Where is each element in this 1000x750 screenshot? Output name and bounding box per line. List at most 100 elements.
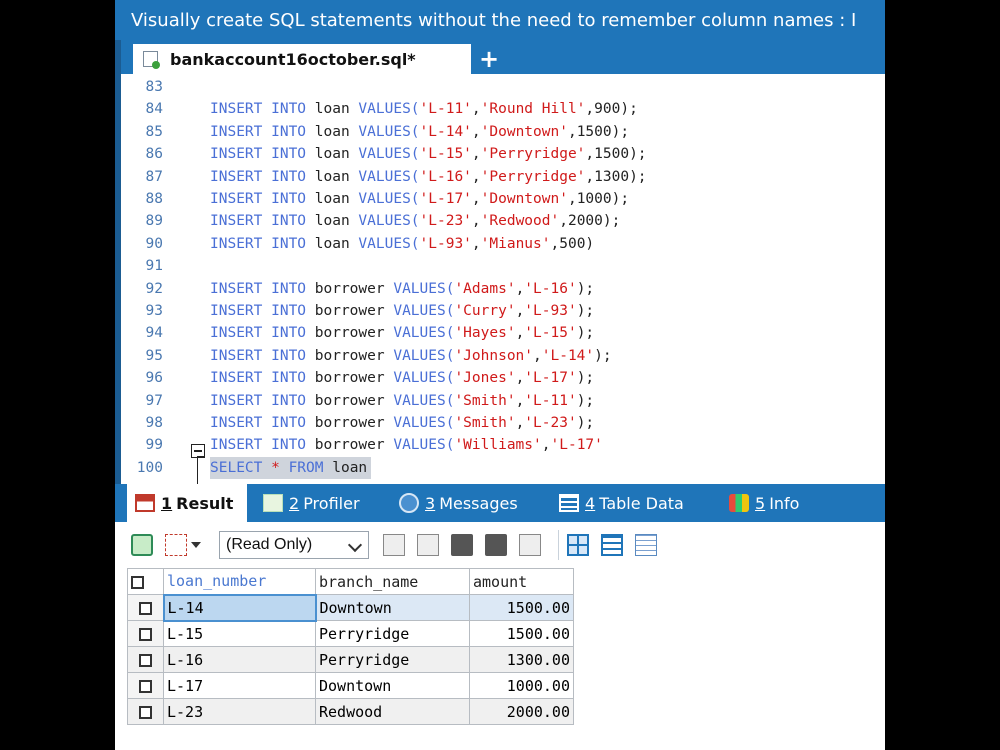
table-row[interactable]: L-23 Redwood 2000.00 [127, 698, 574, 725]
sql-token: INSERT INTO [210, 213, 315, 230]
add-tab-icon[interactable]: + [479, 46, 499, 72]
column-header-branch-name[interactable]: branch_name [315, 568, 470, 595]
cell-branch-name[interactable]: Perryridge [315, 646, 470, 673]
sql-statement: INSERT INTO loan VALUES('L-16','Perryrid… [210, 166, 647, 188]
code-line[interactable]: 92 INSERT INTO borrower VALUES('Adams','L… [121, 278, 885, 300]
code-line[interactable]: 91 [121, 255, 885, 277]
sql-token: borrower [314, 392, 394, 409]
sql-token: INSERT INTO [210, 347, 315, 364]
code-line[interactable]: 98 INSERT INTO borrower VALUES('Smith','L… [121, 412, 885, 434]
table-row[interactable]: L-14 Downtown 1500.00 [127, 593, 574, 622]
sql-token: INSERT INTO [210, 415, 315, 431]
cell-branch-name[interactable]: Downtown [315, 594, 470, 621]
tab-label: Result [176, 493, 234, 513]
tab-profiler[interactable]: 2 Profiler [255, 484, 383, 522]
sql-token: , [471, 146, 481, 163]
column-header-amount[interactable]: amount [469, 568, 574, 595]
table-row[interactable]: L-15 Perryridge 1500.00 [127, 620, 574, 647]
sql-statement: INSERT INTO loan VALUES('L-14','Downtown… [210, 121, 629, 143]
row-checkbox[interactable] [127, 646, 164, 673]
duplicate-row-icon[interactable] [417, 534, 439, 556]
cell-amount[interactable]: 1500.00 [469, 594, 574, 621]
sql-token: 'Mianus' [480, 235, 551, 252]
code-line[interactable]: 83 [121, 76, 885, 98]
code-line[interactable]: 94 INSERT INTO borrower VALUES('Hayes','L… [121, 322, 885, 344]
row-checkbox[interactable] [127, 594, 164, 621]
row-checkbox[interactable] [127, 672, 164, 699]
sql-token: loan [332, 459, 368, 476]
cell-branch-name[interactable]: Downtown [315, 672, 470, 699]
sql-token: VALUES( [358, 168, 420, 185]
info-circle-icon [399, 493, 419, 513]
sql-token: ); [576, 415, 595, 431]
cell-loan-number[interactable]: L-17 [163, 672, 316, 699]
code-line[interactable]: 96 INSERT INTO borrower VALUES('Jones','L… [121, 367, 885, 389]
sql-token: ); [576, 370, 595, 387]
sql-token: 'Round Hill' [480, 101, 586, 118]
discard-changes-icon[interactable] [519, 534, 541, 556]
form-view-icon[interactable] [601, 534, 623, 556]
row-checkbox[interactable] [127, 620, 164, 647]
code-line[interactable]: 87 INSERT INTO loan VALUES('L-16','Perryr… [121, 166, 885, 188]
refresh-icon[interactable] [131, 534, 153, 556]
add-row-icon[interactable] [383, 534, 405, 556]
code-line[interactable]: 86 INSERT INTO loan VALUES('L-15','Perryr… [121, 143, 885, 165]
code-line[interactable]: 93 INSERT INTO borrower VALUES('Curry','L… [121, 300, 885, 322]
export-icon[interactable] [165, 534, 187, 556]
cell-amount[interactable]: 1300.00 [469, 646, 574, 673]
sql-token: 'Hayes' [454, 325, 516, 342]
sql-token: 'Adams' [454, 280, 516, 297]
sql-token: INSERT INTO [210, 101, 315, 118]
file-tab-bankaccount[interactable]: bankaccount16october.sql* [133, 44, 471, 74]
grid-view-icon[interactable] [567, 534, 589, 556]
tab-table-data[interactable]: 4 Table Data [551, 484, 711, 522]
sql-statement: INSERT INTO loan VALUES('L-15','Perryrid… [210, 143, 647, 165]
sql-token: , [471, 191, 481, 207]
cell-loan-number[interactable]: L-15 [163, 620, 316, 647]
code-line[interactable]: 84 INSERT INTO loan VALUES('L-11','Round … [121, 98, 885, 120]
save-icon[interactable] [451, 534, 473, 556]
column-header-loan-number[interactable]: loan_number [163, 568, 316, 595]
tab-result[interactable]: 1 Result [127, 484, 247, 522]
tab-messages[interactable]: 3 Messages [391, 484, 543, 522]
cell-amount[interactable]: 1500.00 [469, 620, 574, 647]
tab-number: 1 [161, 493, 173, 513]
export-dropdown-icon[interactable] [191, 542, 201, 548]
sql-token: , [515, 280, 525, 297]
sql-token: 'L-11' [419, 101, 472, 118]
cell-amount[interactable]: 2000.00 [469, 698, 574, 725]
cell-loan-number[interactable]: L-16 [163, 646, 316, 673]
sql-token: VALUES( [358, 191, 420, 207]
cell-loan-number[interactable]: L-14 [162, 593, 317, 622]
line-number: 84 [145, 101, 163, 118]
sql-token: ); [576, 392, 595, 409]
code-line[interactable]: 90 INSERT INTO loan VALUES('L-93','Mianus… [121, 233, 885, 255]
text-view-icon[interactable] [635, 534, 657, 556]
sql-token: loan [314, 235, 359, 252]
code-line[interactable]: 89 INSERT INTO loan VALUES('L-23','Redwoo… [121, 210, 885, 232]
code-line[interactable]: 85 INSERT INTO loan VALUES('L-14','Downto… [121, 121, 885, 143]
info-blocks-icon [729, 494, 749, 512]
code-line[interactable]: 95 INSERT INTO borrower VALUES('Johnson',… [121, 345, 885, 367]
row-checkbox[interactable] [127, 698, 164, 725]
tab-info[interactable]: 5 Info [721, 484, 811, 522]
result-mode-select[interactable]: (Read Only) [219, 531, 369, 559]
delete-icon[interactable] [485, 534, 507, 556]
code-line[interactable]: 100 SELECT * FROM loan [121, 456, 885, 479]
table-row[interactable]: L-16 Perryridge 1300.00 [127, 646, 574, 673]
line-number: 88 [145, 191, 163, 207]
cell-branch-name[interactable]: Perryridge [315, 620, 470, 647]
sql-token: loan [314, 191, 359, 207]
code-line[interactable]: 99 INSERT INTO borrower VALUES('Williams'… [121, 434, 885, 456]
code-editor[interactable]: 83 84 INSERT INTO loan VALUES( 'L-11', 'Roun… [115, 74, 885, 484]
cell-amount[interactable]: 1000.00 [469, 672, 574, 699]
code-line[interactable]: 97 INSERT INTO borrower VALUES('Smith','L… [121, 390, 885, 412]
sql-token: 'L-17' [550, 437, 603, 454]
table-row[interactable]: L-17 Downtown 1000.00 [127, 672, 574, 699]
code-line[interactable]: 88 INSERT INTO loan VALUES('L-17','Downto… [121, 188, 885, 210]
sql-token: SELECT [210, 459, 272, 476]
cell-branch-name[interactable]: Redwood [315, 698, 470, 725]
line-number: 97 [145, 392, 163, 409]
select-all-checkbox[interactable] [127, 568, 164, 595]
cell-loan-number[interactable]: L-23 [163, 698, 316, 725]
